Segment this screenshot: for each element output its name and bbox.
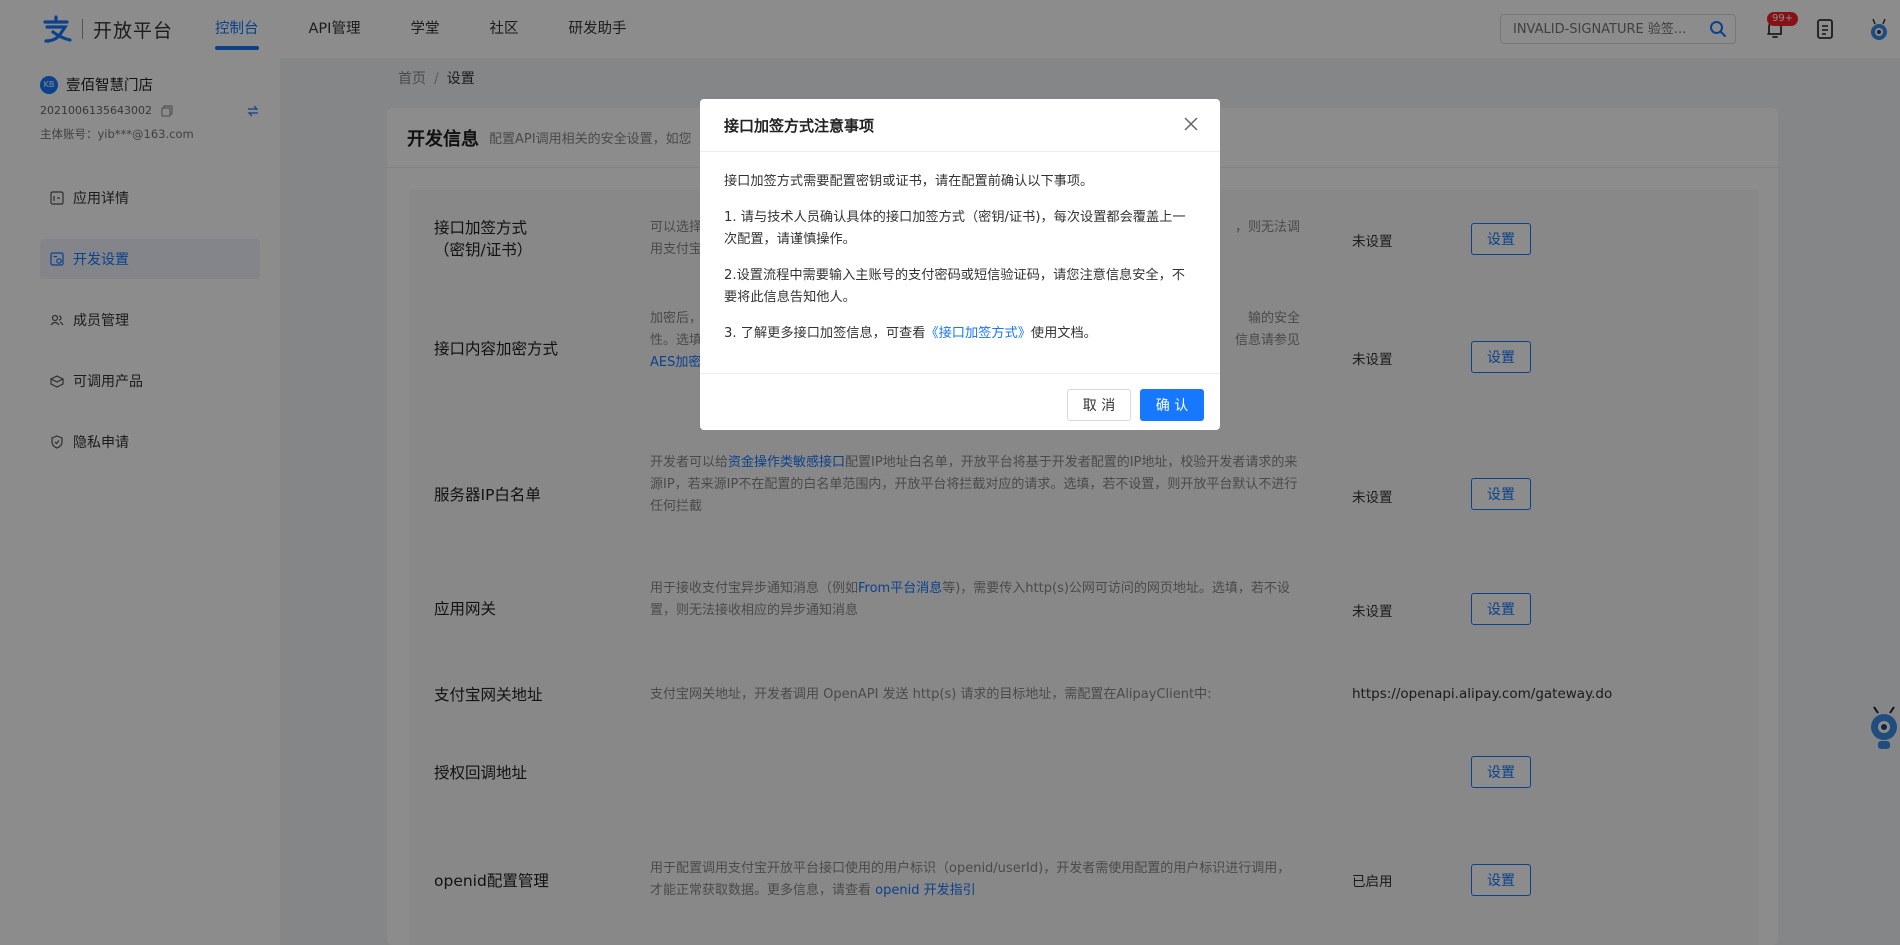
modal-body: 接口加签方式需要配置密钥或证书，请在配置前确认以下事项。 1. 请与技术人员确认… bbox=[724, 171, 1194, 359]
close-icon[interactable] bbox=[1184, 117, 1198, 135]
modal-item-2: 2.设置流程中需要输入主账号的支付密码或短信验证码，请您注意信息安全，不要将此信… bbox=[724, 268, 1185, 305]
modal-item-3-text: 3. 了解更多接口加签信息，可查看 bbox=[724, 326, 926, 341]
signing-notice-modal: 接口加签方式注意事项 接口加签方式需要配置密钥或证书，请在配置前确认以下事项。 … bbox=[700, 99, 1220, 430]
modal-footer-divider bbox=[700, 373, 1220, 374]
modal-intro: 接口加签方式需要配置密钥或证书，请在配置前确认以下事项。 bbox=[724, 174, 1094, 189]
modal-item-1: 1. 请与技术人员确认具体的接口加签方式（密钥/证书)，每次设置都会覆盖上一次配… bbox=[724, 210, 1186, 247]
signing-doc-link[interactable]: 《接口加签方式》 bbox=[925, 326, 1031, 341]
cancel-button[interactable]: 取 消 bbox=[1067, 389, 1131, 421]
modal-header-divider bbox=[700, 151, 1220, 152]
modal-item-3: 3. 了解更多接口加签信息，可查看《接口加签方式》使用文档。 bbox=[724, 323, 1194, 345]
confirm-button[interactable]: 确 认 bbox=[1140, 389, 1204, 421]
modal-title: 接口加签方式注意事项 bbox=[724, 117, 875, 135]
modal-item-3-suffix: 使用文档。 bbox=[1030, 326, 1097, 341]
